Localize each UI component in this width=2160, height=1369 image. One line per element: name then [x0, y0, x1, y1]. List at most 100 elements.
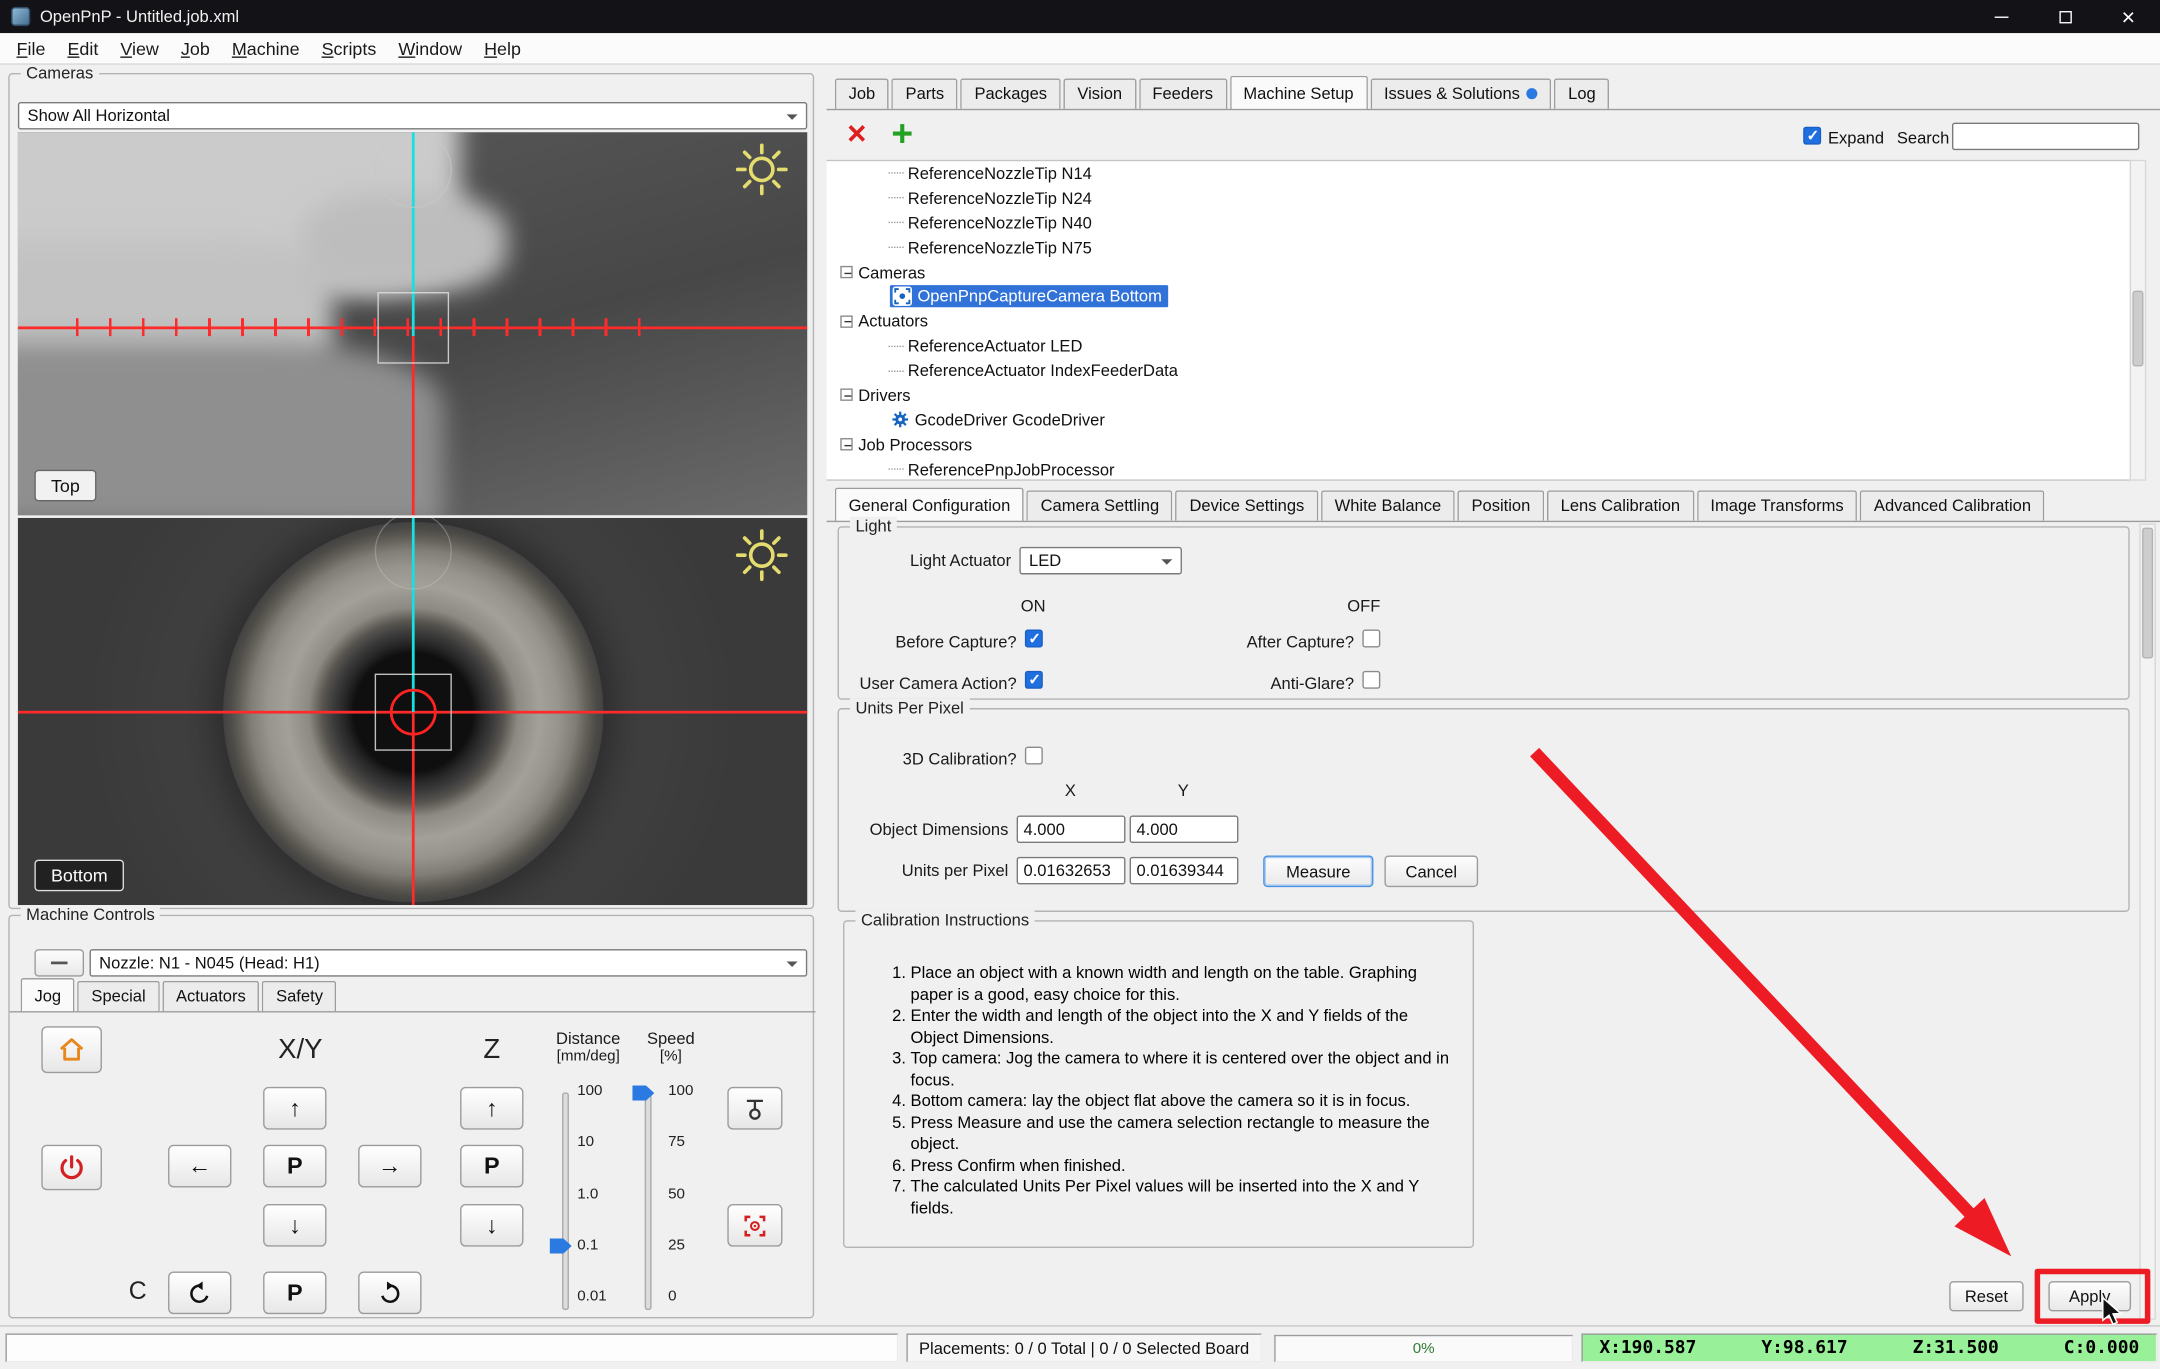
menu-help[interactable]: Help [473, 34, 532, 63]
tree-item[interactable]: ReferenceActuator LED [827, 334, 2130, 359]
object-dimension-x-input[interactable] [1017, 816, 1126, 844]
tree-node-job-processors[interactable]: Job Processors [827, 432, 2130, 457]
tab-camera-settling[interactable]: Camera Settling [1027, 490, 1173, 520]
light-toggle-icon[interactable] [733, 141, 791, 199]
minimize-button[interactable] [1970, 0, 2033, 33]
rotate-cw-button[interactable] [358, 1271, 421, 1314]
light-toggle-icon[interactable] [733, 526, 791, 584]
anti-glare-checkbox[interactable] [1362, 671, 1380, 689]
jog-z-plus-button[interactable]: ↑ [460, 1087, 523, 1130]
tree-node-actuators[interactable]: Actuators [827, 309, 2130, 334]
3d-calibration-checkbox[interactable] [1025, 747, 1043, 765]
tab-issues-solutions[interactable]: Issues & Solutions [1370, 79, 1551, 109]
tab-actuators[interactable]: Actuators [162, 981, 259, 1011]
before-capture-checkbox[interactable] [1025, 630, 1043, 648]
tab-feeders[interactable]: Feeders [1139, 79, 1227, 109]
tree-node-drivers[interactable]: Drivers [827, 383, 2130, 408]
app-icon [11, 7, 30, 26]
tab-packages[interactable]: Packages [961, 79, 1061, 109]
delete-button[interactable]: × [840, 117, 873, 153]
tree-item-label: ReferenceNozzleTip N40 [908, 213, 1092, 232]
instruction-step: Enter the width and length of the object… [911, 1006, 1451, 1049]
tab-jog[interactable]: Jog [21, 978, 75, 1012]
menu-machine[interactable]: Machine [221, 34, 311, 63]
jog-y-minus-button[interactable]: ↓ [263, 1204, 326, 1247]
tree-node-cameras[interactable]: Cameras [827, 260, 2130, 285]
expand-checkbox[interactable] [1803, 127, 1821, 145]
instruction-step: Bottom camera: lay the object flat above… [911, 1091, 1451, 1112]
tab-image-transforms[interactable]: Image Transforms [1697, 490, 1858, 520]
config-scrollbar[interactable] [2139, 523, 2156, 1319]
tree-collapse-toggle[interactable] [840, 438, 852, 450]
tab-parts[interactable]: Parts [892, 79, 958, 109]
scrollbar-thumb[interactable] [2142, 528, 2153, 659]
rotate-ccw-button[interactable] [168, 1271, 231, 1314]
tree-scrollbar[interactable] [2130, 160, 2147, 481]
tree-item[interactable]: ReferencePnpJobProcessor [827, 457, 2130, 481]
tree-item[interactable]: ReferenceNozzleTip N40 [827, 210, 2130, 235]
units-per-pixel-y-input[interactable] [1130, 857, 1239, 885]
top-camera-view[interactable]: Top [18, 132, 807, 515]
menu-view[interactable]: View [109, 34, 170, 63]
tab-job[interactable]: Job [835, 79, 889, 109]
user-camera-action-checkbox[interactable] [1025, 671, 1043, 689]
tab-special[interactable]: Special [78, 981, 160, 1011]
park-z-button[interactable] [727, 1087, 782, 1130]
3d-calibration-label: 3D Calibration? [839, 749, 1017, 768]
jog-y-plus-button[interactable]: ↑ [263, 1087, 326, 1130]
home-button[interactable] [41, 1026, 102, 1073]
measure-button[interactable]: Measure [1263, 855, 1373, 887]
tree-item[interactable]: ReferenceNozzleTip N75 [827, 235, 2130, 260]
tab-lens-calibration[interactable]: Lens Calibration [1547, 490, 1694, 520]
reset-button[interactable]: Reset [1949, 1281, 2023, 1311]
units-per-pixel-x-input[interactable] [1017, 857, 1126, 885]
close-icon: × [2121, 5, 2135, 28]
menu-edit[interactable]: Edit [56, 34, 109, 63]
jog-x-plus-button[interactable]: → [358, 1145, 421, 1188]
maximize-button[interactable] [2033, 0, 2096, 33]
tab-machine-setup[interactable]: Machine Setup [1230, 76, 1368, 110]
machine-setup-tree: ReferenceNozzleTip N14 ReferenceNozzleTi… [827, 160, 2130, 481]
tree-item[interactable]: ReferenceNozzleTip N24 [827, 186, 2130, 211]
position-camera-button[interactable] [727, 1204, 782, 1247]
tool-options-button[interactable] [34, 949, 84, 977]
menu-file[interactable]: File [6, 34, 57, 63]
light-actuator-selector[interactable]: LED [1019, 547, 1182, 575]
search-input[interactable] [1952, 123, 2139, 151]
tab-safety[interactable]: Safety [262, 981, 336, 1011]
tool-selector[interactable]: Nozzle: N1 - N045 (Head: H1) [90, 949, 808, 977]
tab-log[interactable]: Log [1554, 79, 1609, 109]
menu-window[interactable]: Window [387, 34, 473, 63]
tree-collapse-toggle[interactable] [840, 315, 852, 327]
tab-vision[interactable]: Vision [1064, 79, 1136, 109]
power-button[interactable] [41, 1145, 102, 1190]
add-button[interactable]: + [884, 114, 920, 153]
cancel-button[interactable]: Cancel [1384, 855, 1478, 887]
jog-x-minus-button[interactable]: ← [168, 1145, 231, 1188]
object-dimension-y-input[interactable] [1130, 816, 1239, 844]
tab-device-settings[interactable]: Device Settings [1176, 490, 1318, 520]
tree-item-selected[interactable]: OpenPnpCaptureCamera Bottom [827, 284, 2130, 309]
bottom-camera-view[interactable]: Bottom [18, 518, 807, 905]
after-capture-checkbox[interactable] [1362, 630, 1380, 648]
position-xy-button[interactable]: P [263, 1145, 326, 1188]
tree-collapse-toggle[interactable] [840, 266, 852, 278]
tab-advanced-calibration[interactable]: Advanced Calibration [1860, 490, 2045, 520]
menu-scripts[interactable]: Scripts [311, 34, 388, 63]
instruction-step: Top camera: Jog the camera to where it i… [911, 1048, 1451, 1091]
close-button[interactable]: × [2097, 0, 2160, 33]
position-c-button[interactable]: P [263, 1271, 326, 1314]
tree-item[interactable]: GcodeDriver GcodeDriver [827, 408, 2130, 433]
distance-slider[interactable] [562, 1092, 569, 1310]
speed-slider[interactable] [645, 1092, 652, 1310]
tree-item[interactable]: ReferenceNozzleTip N14 [827, 161, 2130, 186]
camera-view-selector[interactable]: Show All Horizontal [18, 102, 807, 130]
tab-position[interactable]: Position [1458, 490, 1544, 520]
scrollbar-thumb[interactable] [2132, 291, 2143, 367]
tree-collapse-toggle[interactable] [840, 389, 852, 401]
menu-job[interactable]: Job [170, 34, 221, 63]
tree-item[interactable]: ReferenceActuator IndexFeederData [827, 358, 2130, 383]
position-z-button[interactable]: P [460, 1145, 523, 1188]
tab-white-balance[interactable]: White Balance [1321, 490, 1455, 520]
jog-z-minus-button[interactable]: ↓ [460, 1204, 523, 1247]
